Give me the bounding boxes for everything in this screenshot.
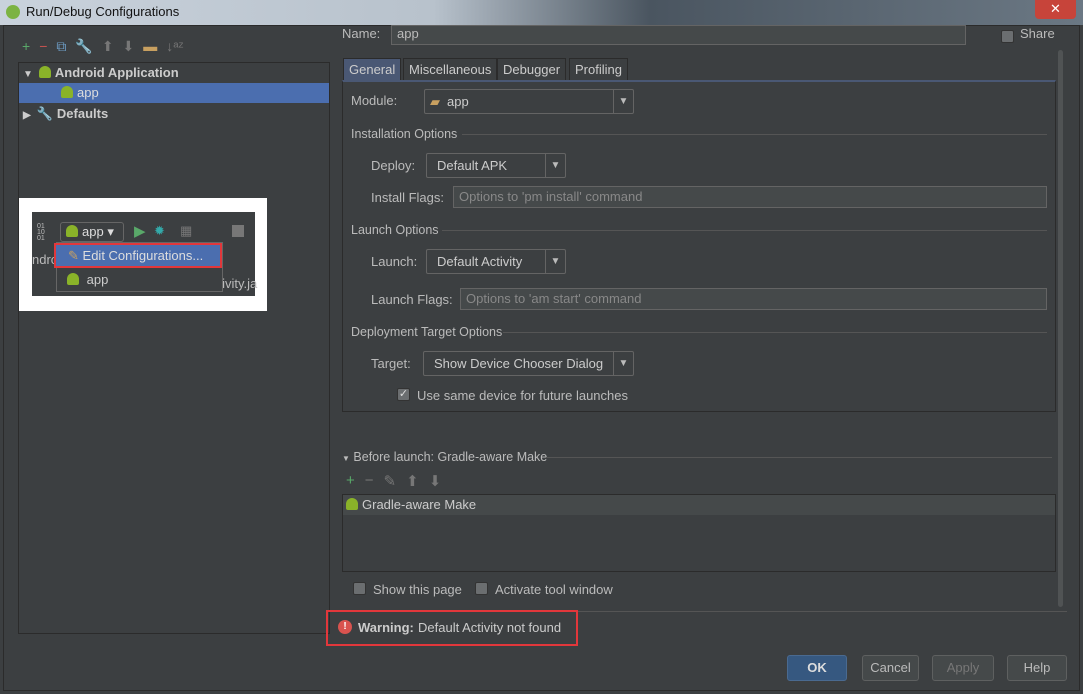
move-up-icon[interactable]: ⬆ (406, 472, 419, 490)
ok-button[interactable]: OK (787, 655, 847, 681)
folder-icon[interactable]: ▬ (143, 38, 157, 56)
apply-button[interactable]: Apply (932, 655, 994, 681)
module-label: Module: (351, 93, 398, 108)
install-flags-input[interactable]: Options to 'pm install' command (453, 186, 1047, 208)
tab-miscellaneous[interactable]: Miscellaneous (403, 58, 498, 80)
warning-box: ! Warning: Default Activity not found (326, 610, 578, 646)
deployment-target-header: Deployment Target Options (351, 325, 503, 339)
config-tree[interactable]: ▼ Android Application app ▶ 🔧 Defaults (18, 62, 330, 634)
move-down-icon[interactable]: ⬇ (123, 38, 135, 56)
target-combo[interactable]: Show Device Chooser Dialog ▼ (423, 351, 634, 376)
edit-icon[interactable]: ✎ (384, 472, 397, 490)
module-combo[interactable]: ▰ app ▼ (424, 89, 634, 114)
installation-options-header: Installation Options (351, 127, 458, 141)
collapse-arrow-icon: ▶ (23, 110, 31, 121)
tab-general[interactable]: General (343, 58, 402, 80)
copy-icon[interactable]: ⧉ (56, 38, 66, 56)
coverage-icon: ▦ (180, 223, 193, 238)
activate-tool-window-label: Activate tool window (495, 582, 613, 597)
menu-item-app[interactable]: app (67, 270, 108, 290)
tree-item-android-application[interactable]: ▼ Android Application (19, 63, 329, 83)
chevron-down-icon: ▼ (613, 352, 633, 375)
launch-flags-label: Launch Flags: (371, 292, 453, 307)
share-label: Share (1020, 26, 1055, 41)
same-device-label: Use same device for future launches (417, 388, 628, 403)
show-page-label: Show this page (373, 582, 462, 597)
launch-options-header: Launch Options (351, 223, 439, 237)
tree-item-app[interactable]: app (19, 83, 329, 103)
name-input[interactable]: app (391, 25, 966, 45)
cancel-button[interactable]: Cancel (862, 655, 919, 681)
target-label: Target: (371, 356, 411, 371)
tab-profiling[interactable]: Profiling (569, 58, 628, 80)
config-toolbar: + − ⧉ 🔧 ⬆ ⬇ ▬ ↓ᵃᶻ (22, 38, 184, 56)
tab-debugger[interactable]: Debugger (497, 58, 567, 80)
deploy-label: Deploy: (371, 158, 416, 173)
move-down-icon[interactable]: ⬇ (429, 472, 442, 490)
launch-combo[interactable]: Default Activity ▼ (426, 249, 566, 274)
stop-icon (232, 225, 244, 237)
name-label: Name: (342, 26, 381, 41)
wrench-icon[interactable]: 🔧 (75, 38, 92, 56)
android-studio-icon (6, 5, 20, 19)
chevron-down-icon: ▼ (545, 250, 565, 273)
same-device-checkbox[interactable]: ✓ (397, 388, 410, 401)
close-button[interactable]: ✕ (1035, 0, 1076, 19)
dropdown-menu: ✎ Edit Configurations... app (54, 242, 223, 292)
config-selector[interactable]: app ▾ (60, 222, 124, 242)
android-error-icon (61, 86, 73, 98)
list-item[interactable]: Gradle-aware Make (343, 495, 1055, 515)
activate-tool-window-checkbox[interactable] (475, 582, 488, 595)
debug-icon: ✹ (154, 223, 165, 238)
before-launch-toolbar: + − ✎ ⬆ ⬇ (346, 472, 441, 490)
before-launch-list[interactable]: Gradle-aware Make (342, 494, 1056, 572)
menu-item-edit-configurations[interactable]: ✎ Edit Configurations... (54, 243, 222, 268)
chevron-down-icon: ▼ (613, 90, 633, 113)
window-title: Run/Debug Configurations (26, 4, 180, 19)
expand-arrow-icon: ▼ (23, 69, 33, 80)
scrollbar[interactable] (1058, 50, 1063, 607)
chevron-down-icon: ▼ (545, 154, 565, 177)
android-icon (38, 66, 51, 78)
launch-label: Launch: (371, 254, 418, 269)
show-page-checkbox[interactable] (353, 582, 366, 595)
move-up-icon[interactable]: ⬆ (102, 38, 114, 56)
bits-icon: 01 10 01 (37, 223, 45, 242)
inset-screenshot: 01 10 01 app ▾ ▶ ✹ ▦ ndro ctivity.ja ✎ E… (19, 198, 267, 311)
deploy-combo[interactable]: Default APK ▼ (426, 153, 566, 178)
before-launch-header[interactable]: ▼ Before launch: Gradle-aware Make (342, 450, 547, 464)
launch-flags-input[interactable]: Options to 'am start' command (460, 288, 1047, 310)
add-icon[interactable]: + (22, 38, 30, 56)
install-flags-label: Install Flags: (371, 190, 444, 205)
sort-icon[interactable]: ↓ᵃᶻ (166, 38, 183, 56)
remove-icon[interactable]: − (365, 472, 374, 490)
add-icon[interactable]: + (346, 472, 355, 490)
tree-item-defaults[interactable]: ▶ 🔧 Defaults (19, 104, 329, 124)
module-folder-icon: ▰ (430, 94, 440, 109)
wrench-icon: 🔧 (36, 106, 53, 121)
help-button[interactable]: Help (1007, 655, 1067, 681)
share-checkbox[interactable] (1001, 30, 1014, 43)
remove-icon[interactable]: − (39, 38, 47, 56)
run-icon: ▶ (134, 223, 146, 240)
error-icon: ! (338, 620, 352, 634)
